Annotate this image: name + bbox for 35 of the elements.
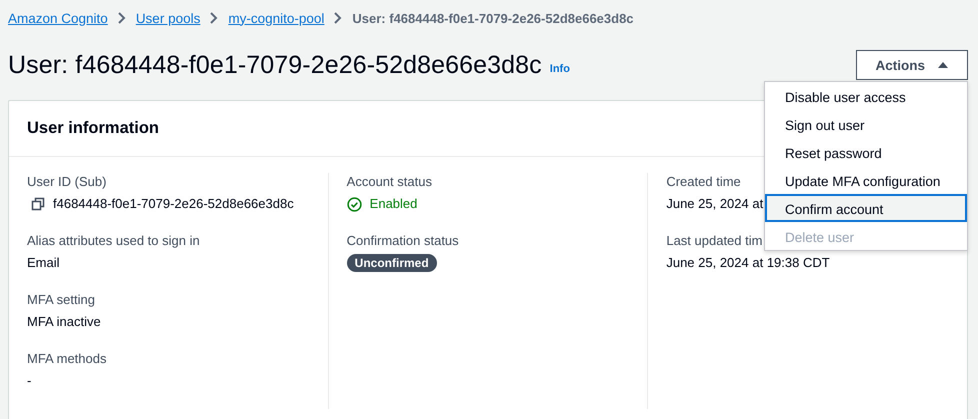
- chevron-right-icon: [333, 11, 344, 25]
- breadcrumb-link[interactable]: Amazon Cognito: [8, 10, 108, 26]
- copy-icon[interactable]: [31, 197, 45, 211]
- menu-item[interactable]: Update MFA configuration: [765, 166, 967, 194]
- field-label: Account status: [346, 174, 432, 189]
- field-label: Created time: [666, 174, 741, 189]
- menu-item[interactable]: Reset password: [765, 138, 967, 166]
- field-value: MFA inactive: [27, 314, 101, 329]
- chevron-right-icon: [116, 11, 127, 25]
- field-value: f4684448-f0e1-7079-2e26-52d8e66e3d8c: [53, 195, 294, 213]
- breadcrumb-link[interactable]: User pools: [136, 10, 200, 26]
- field-label: MFA setting: [27, 292, 95, 307]
- field-label: Last updated tim: [666, 233, 762, 248]
- field-label: User ID (Sub): [27, 174, 106, 189]
- breadcrumb-current: User: f4684448-f0e1-7079-2e26-52d8e66e3d8c: [352, 10, 634, 26]
- field-label: Confirmation status: [346, 233, 459, 248]
- status-text: Enabled: [370, 195, 418, 213]
- field-value: Email: [27, 255, 60, 270]
- field-label: Alias attributes used to sign in: [27, 233, 200, 248]
- breadcrumb-link[interactable]: my-cognito-pool: [228, 10, 324, 26]
- field-value: June 25, 2024 at: [666, 196, 764, 211]
- menu-item[interactable]: Confirm account: [765, 194, 967, 222]
- field-label: MFA methods: [27, 351, 106, 366]
- info-link[interactable]: Info: [550, 63, 570, 75]
- chevron-right-icon: [209, 11, 220, 25]
- status-badge: Unconfirmed: [346, 254, 437, 272]
- field-value: -: [27, 373, 32, 388]
- menu-item[interactable]: Sign out user: [765, 110, 967, 138]
- page-title: User: f4684448-f0e1-7079-2e26-52d8e66e3d8c: [8, 50, 542, 80]
- check-circle-icon: [346, 196, 362, 212]
- actions-button[interactable]: Actions: [856, 50, 968, 80]
- caret-icon: [937, 60, 949, 70]
- menu-item[interactable]: Disable user access: [765, 82, 967, 110]
- panel-title: User information: [27, 119, 160, 138]
- field-value: June 25, 2024 at 19:38 CDT: [666, 255, 830, 270]
